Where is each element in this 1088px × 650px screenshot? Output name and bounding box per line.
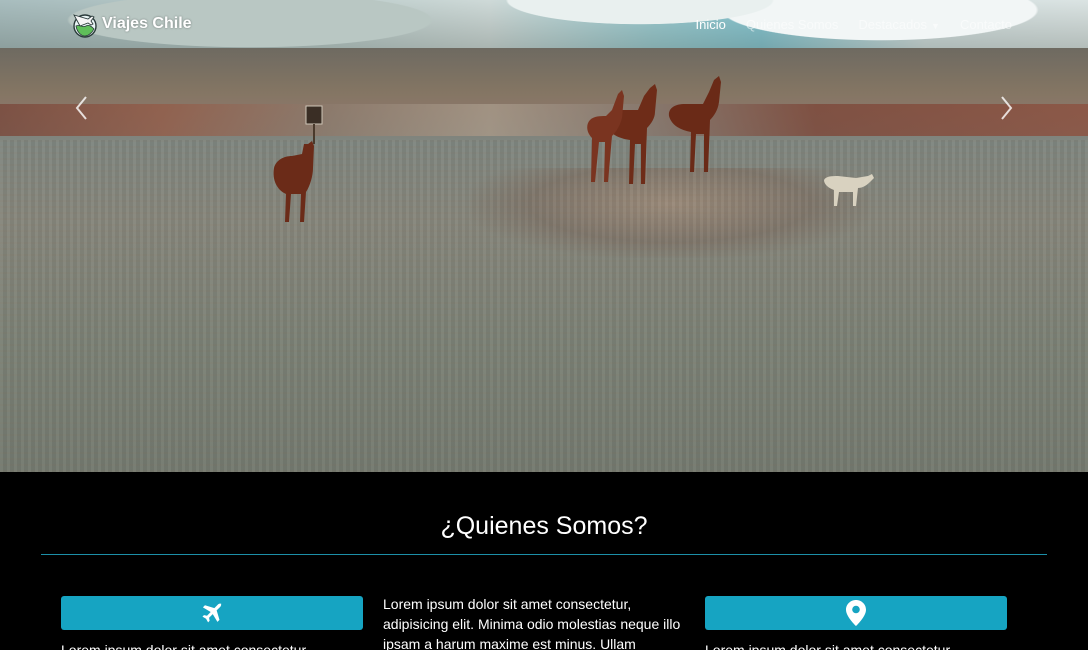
llama bbox=[824, 174, 874, 206]
llama bbox=[668, 76, 721, 172]
feature-text: Lorem ipsum dolor sit amet consectetur, … bbox=[383, 596, 681, 650]
nav-item-inicio[interactable]: Inicio bbox=[696, 17, 726, 32]
nav-item-label: Destacados bbox=[858, 17, 928, 32]
chevron-left-icon bbox=[75, 96, 87, 120]
caret-down-icon: ▼ bbox=[931, 21, 940, 31]
nav-menu: Inicio Quienes Somos Destacados ▼ Contact… bbox=[696, 17, 1012, 32]
nav-item-quienes-somos[interactable]: Quienes Somos bbox=[746, 17, 839, 32]
section-title: ¿Quienes Somos? bbox=[440, 512, 648, 540]
llama bbox=[273, 141, 314, 222]
feature-column: Lorem ipsum dolor sit amet consectetur, … bbox=[383, 594, 683, 650]
feature-column: Lorem ipsum dolor sit amet consectetur, bbox=[705, 596, 1007, 650]
map-pin-icon bbox=[846, 600, 866, 626]
brand-name: Viajes Chile bbox=[102, 15, 192, 32]
feature-column: Lorem ipsum dolor sit amet consectetur, bbox=[61, 596, 363, 650]
feature-icon-box bbox=[61, 596, 363, 630]
divider bbox=[41, 554, 1047, 555]
sign-post bbox=[305, 105, 323, 144]
feature-icon-box bbox=[705, 596, 1007, 630]
chevron-right-icon bbox=[1001, 96, 1013, 120]
feature-text: Lorem ipsum dolor sit amet consectetur, bbox=[705, 642, 954, 650]
airplane-icon bbox=[202, 603, 222, 623]
brand-link[interactable]: Viajes Chile bbox=[70, 9, 192, 39]
carousel-next-button[interactable] bbox=[996, 94, 1016, 122]
hero-carousel bbox=[0, 0, 1088, 472]
feature-text: Lorem ipsum dolor sit amet consectetur, bbox=[61, 642, 310, 650]
carousel-prev-button[interactable] bbox=[72, 94, 92, 122]
navbar: Viajes Chile Inicio Quienes Somos Destac… bbox=[0, 0, 1088, 48]
hero-image bbox=[0, 0, 1088, 472]
about-section: ¿Quienes Somos? Lorem ipsum dolor sit am… bbox=[0, 472, 1088, 650]
nav-item-contacto[interactable]: Contacto bbox=[960, 17, 1012, 32]
globe-plane-icon bbox=[73, 14, 97, 38]
nav-item-destacados[interactable]: Destacados ▼ bbox=[858, 17, 940, 32]
